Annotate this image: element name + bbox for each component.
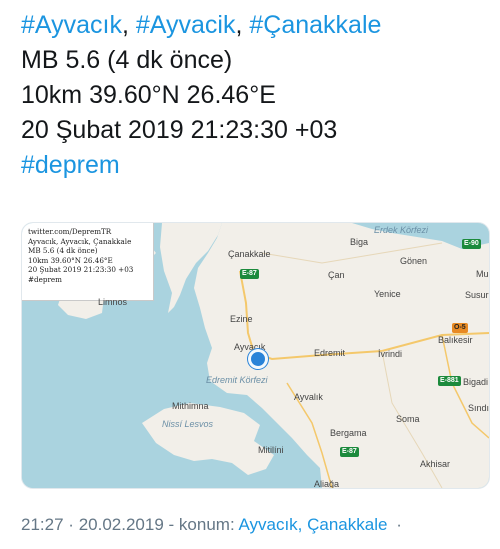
road-badge-e90: E-90 bbox=[462, 239, 481, 249]
separator: · bbox=[68, 515, 74, 534]
map-label-erdek: Erdek Körfezi bbox=[374, 225, 429, 235]
hashtag-link[interactable]: #deprem bbox=[21, 151, 120, 179]
overlay-line: #deprem bbox=[28, 274, 62, 284]
overlay-line: Ayvacık, Ayvacık, Çanakkale bbox=[28, 236, 132, 246]
road-badge-o5: O-5 bbox=[452, 323, 468, 333]
map-label-sindirgi: Sındı bbox=[468, 403, 490, 413]
map-label-biga: Biga bbox=[350, 237, 369, 247]
separator: · bbox=[396, 515, 402, 534]
map-label-nissi-lesvos: Nissí Lesvos bbox=[162, 419, 214, 429]
map-label-akhisar: Akhisar bbox=[420, 459, 451, 469]
datetime-line: 20 Şubat 2019 21:23:30 +03 bbox=[21, 116, 338, 144]
location-line: 10km 39.60°N 26.46°E bbox=[21, 81, 276, 109]
map-label-aliaga: Aliağa bbox=[314, 479, 340, 489]
overlay-line: MB 5.6 (4 dk önce) bbox=[28, 246, 98, 256]
magnitude-line: MB 5.6 (4 dk önce) bbox=[21, 46, 233, 74]
tweet-footer: 21:27 · 20.02.2019 - konum: Ayvacık, Çan… bbox=[21, 515, 402, 535]
overlay-line: twitter.com/DepremTR bbox=[28, 227, 112, 236]
separator: - bbox=[168, 515, 175, 534]
map-label-edremit-korfezi: Edremit Körfezi bbox=[206, 375, 268, 385]
road-badge-e87: E-87 bbox=[240, 269, 259, 279]
map-label-can: Çan bbox=[328, 270, 345, 280]
tag-line: #deprem bbox=[21, 148, 491, 183]
map-label-mu: Mu bbox=[476, 269, 489, 279]
map-label-edremit: Edremit bbox=[314, 348, 346, 358]
map-label-bigadic: Bigadi bbox=[463, 377, 489, 387]
map-label-yenice: Yenice bbox=[374, 289, 401, 299]
hashtag-link[interactable]: #Ayvacik bbox=[136, 11, 236, 39]
location-link[interactable]: Ayvacık, Çanakkale bbox=[238, 515, 387, 534]
tweet-date[interactable]: 20.02.2019 bbox=[79, 515, 164, 534]
map-label-canakkale: Çanakkale bbox=[228, 249, 271, 259]
map-label-limnos: Limnos bbox=[98, 297, 128, 307]
earthquake-marker-icon[interactable] bbox=[248, 349, 268, 369]
map-label-balikesir: Balıkesir bbox=[438, 335, 473, 345]
location-prefix: konum: bbox=[178, 515, 235, 534]
map-label-susurluk: Susurl bbox=[465, 290, 490, 300]
map-card[interactable]: twitter.com/DepremTR Ayvacık, Ayvacık, Ç… bbox=[21, 222, 490, 489]
overlay-line: 10km 39.60°N 26.46°E bbox=[28, 255, 113, 265]
map-label-gonen: Gönen bbox=[400, 256, 428, 266]
map-label-ezine: Ezine bbox=[230, 314, 253, 324]
tweet-time[interactable]: 21:27 bbox=[21, 515, 64, 534]
map-label-soma: Soma bbox=[396, 414, 420, 424]
map-label-mitilini: Mitilíni bbox=[258, 445, 284, 455]
hashtag-link[interactable]: #Ayvacık bbox=[21, 11, 122, 39]
tweet-text: #Ayvacık, #Ayvacik, #Çanakkale MB 5.6 (4… bbox=[21, 8, 491, 183]
map-label-ayvalik: Ayvalık bbox=[294, 392, 323, 402]
map-label-ivrindi: İvrindi bbox=[378, 349, 403, 359]
map-label-bergama: Bergama bbox=[330, 428, 367, 438]
hashtag-link[interactable]: #Çanakkale bbox=[249, 11, 381, 39]
road-badge-e881: E-881 bbox=[438, 376, 461, 386]
road-badge-e87-south: E-87 bbox=[340, 447, 359, 457]
hashtags-line: #Ayvacık, #Ayvacik, #Çanakkale bbox=[21, 11, 382, 39]
map-overlay-caption: twitter.com/DepremTR Ayvacık, Ayvacık, Ç… bbox=[22, 223, 154, 301]
map-label-mithimna: Mithimna bbox=[172, 401, 209, 411]
overlay-line: 20 Şubat 2019 21:23:30 +03 bbox=[28, 265, 134, 275]
